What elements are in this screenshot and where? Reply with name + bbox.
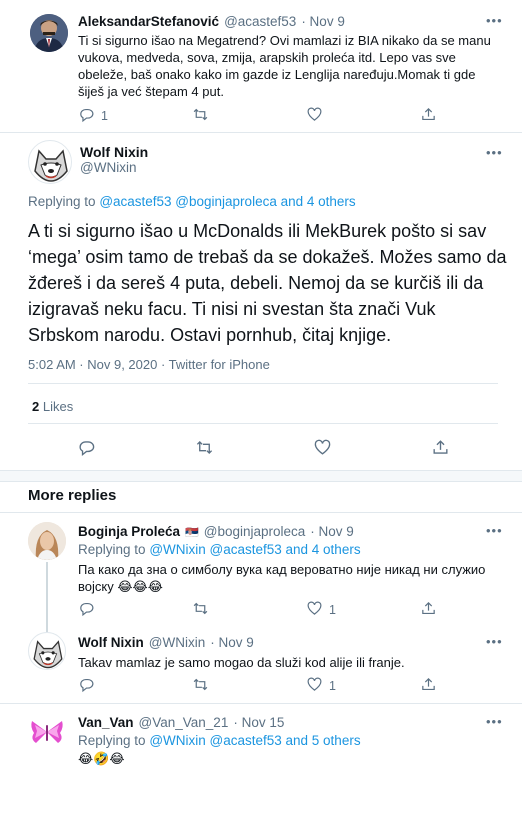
reply-button[interactable] xyxy=(77,438,96,460)
share-button[interactable] xyxy=(420,106,437,126)
reply-icon xyxy=(77,438,96,460)
avatar[interactable] xyxy=(28,140,72,184)
share-icon xyxy=(431,438,450,460)
like-icon xyxy=(306,106,323,126)
author-name[interactable]: Boginja Proleća xyxy=(78,524,180,539)
author-handle[interactable]: @WNixin xyxy=(149,635,205,650)
thread-connector xyxy=(46,562,48,632)
share-button[interactable] xyxy=(420,676,437,696)
replying-to: Replying to @acastef53 @boginjaproleca a… xyxy=(28,194,356,209)
tweet-text: Па како да зна о симболу вука кад верова… xyxy=(78,562,486,594)
retweet-icon xyxy=(192,600,209,620)
reply-icon xyxy=(78,600,95,620)
likes-stat[interactable]: 2 Likes xyxy=(32,399,73,414)
more-icon[interactable]: ••• xyxy=(486,146,502,164)
main-tweet-text: A ti si sigurno išao u McDonalds ili Mek… xyxy=(28,221,507,345)
replying-to-prefix: Replying to xyxy=(78,542,146,557)
retweet-button[interactable] xyxy=(192,676,215,696)
like-count: 1 xyxy=(329,679,336,693)
author-name[interactable]: Van_Van xyxy=(78,715,134,730)
avatar[interactable] xyxy=(28,632,66,670)
reply-icon xyxy=(78,676,95,696)
more-icon[interactable]: ••• xyxy=(486,715,502,733)
tweet-date[interactable]: · Nov 15 xyxy=(233,715,284,730)
retweet-icon xyxy=(192,106,209,126)
tweet-date[interactable]: · Nov 9 xyxy=(301,14,345,29)
reply-count: 1 xyxy=(101,109,108,123)
likes-count: 2 xyxy=(32,399,40,414)
tweet-text: Ti si sigurno išao na Megatrend? Ovi mam… xyxy=(78,33,491,99)
reply-button[interactable] xyxy=(78,600,101,620)
share-icon xyxy=(420,600,437,620)
like-button[interactable] xyxy=(306,106,329,126)
author-name[interactable]: Wolf Nixin xyxy=(78,635,144,650)
share-icon xyxy=(420,106,437,126)
flag-icon: 🇷🇸 xyxy=(185,527,199,539)
like-icon xyxy=(306,676,323,696)
replying-to: Replying to @WNixin @acastef53 and 5 oth… xyxy=(78,733,361,748)
avatar[interactable] xyxy=(28,522,66,560)
more-icon[interactable]: ••• xyxy=(486,635,502,653)
replying-to-link[interactable]: @WNixin @acastef53 and 4 others xyxy=(149,542,360,557)
avatar[interactable] xyxy=(30,14,68,52)
share-button[interactable] xyxy=(420,600,437,620)
like-icon xyxy=(306,600,323,620)
share-icon xyxy=(420,676,437,696)
retweet-button[interactable] xyxy=(192,106,215,126)
replying-to-link[interactable]: @WNixin @acastef53 and 5 others xyxy=(149,733,360,748)
author-handle[interactable]: @acastef53 xyxy=(224,14,296,29)
like-count: 1 xyxy=(329,603,336,617)
replying-to-prefix: Replying to xyxy=(78,733,146,748)
tweet-date[interactable]: · Nov 9 xyxy=(310,524,354,539)
tweet-text: 😂🤣😂 xyxy=(78,751,125,766)
retweet-button[interactable] xyxy=(192,600,215,620)
author-handle[interactable]: @boginjaproleca xyxy=(204,524,306,539)
avatar[interactable] xyxy=(28,713,66,751)
tweet-text: Takav mamlaz je samo mogao da služi kod … xyxy=(78,655,405,670)
like-button[interactable] xyxy=(313,438,332,460)
tweet-date[interactable]: · Nov 9 xyxy=(210,635,254,650)
retweet-icon xyxy=(195,438,214,460)
tweet-meta[interactable]: 5:02 AM · Nov 9, 2020 · Twitter for iPho… xyxy=(28,357,270,372)
retweet-button[interactable] xyxy=(195,438,214,460)
author-handle[interactable]: @Van_Van_21 xyxy=(139,715,229,730)
author-name[interactable]: Wolf Nixin xyxy=(80,144,148,160)
share-button[interactable] xyxy=(431,438,450,460)
like-icon xyxy=(313,438,332,460)
reply-icon xyxy=(78,106,95,126)
replying-to: Replying to @WNixin @acastef53 and 4 oth… xyxy=(78,542,361,557)
like-button[interactable]: 1 xyxy=(306,676,336,696)
author-name[interactable]: AleksandarStefanović xyxy=(78,14,219,29)
reply-button[interactable] xyxy=(78,676,101,696)
likes-label: Likes xyxy=(42,399,74,414)
more-icon[interactable]: ••• xyxy=(486,524,502,542)
author-handle[interactable]: @WNixin xyxy=(80,160,136,175)
more-icon[interactable]: ••• xyxy=(486,14,502,32)
replying-to-link[interactable]: @acastef53 @boginjaproleca and 4 others xyxy=(99,194,355,209)
like-button[interactable]: 1 xyxy=(306,600,336,620)
retweet-icon xyxy=(192,676,209,696)
reply-button[interactable]: 1 xyxy=(78,106,108,126)
more-replies-heading: More replies xyxy=(28,487,117,504)
replying-to-prefix: Replying to xyxy=(28,194,96,209)
